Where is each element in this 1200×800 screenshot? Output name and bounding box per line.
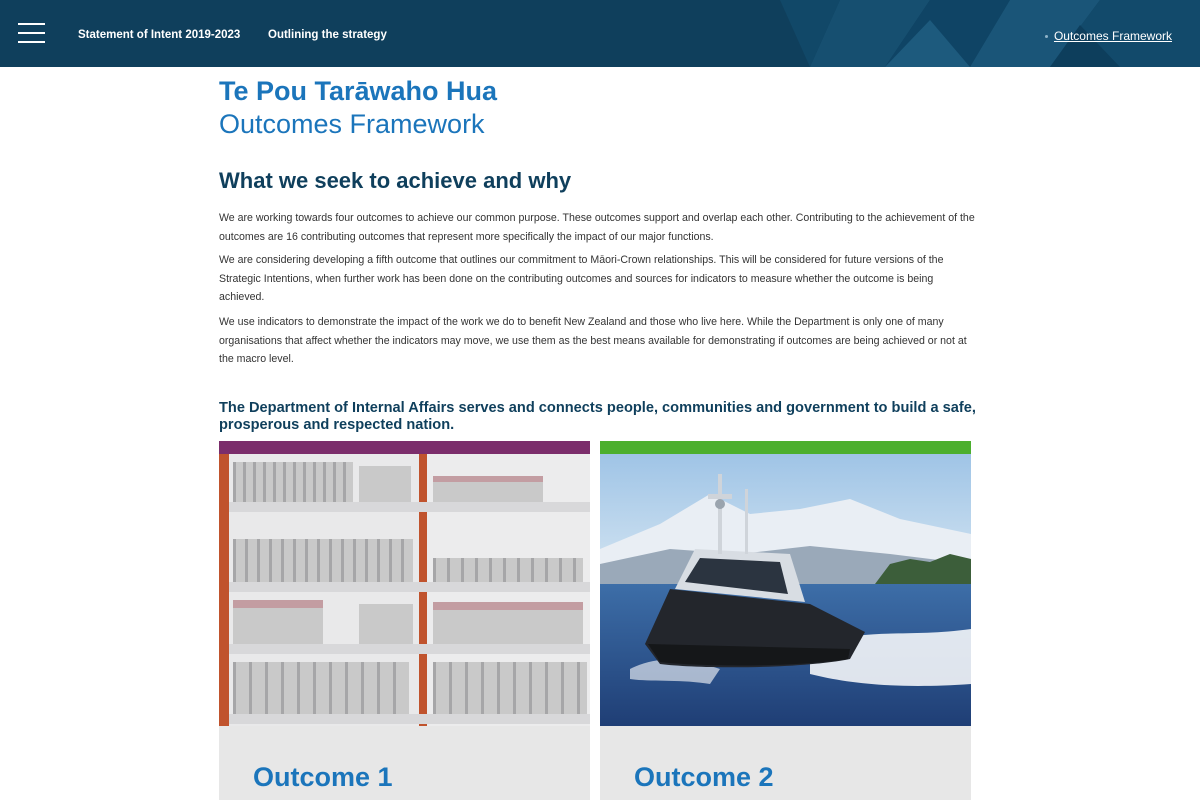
breadcrumb-outlining-strategy[interactable]: Outlining the strategy bbox=[268, 29, 387, 41]
breadcrumb-statement-of-intent[interactable]: Statement of Intent 2019-2023 bbox=[78, 29, 240, 41]
hamburger-menu-icon[interactable] bbox=[18, 23, 45, 44]
library-bookshelves-photo bbox=[219, 454, 590, 726]
page-title-maori: Te Pou Tarāwaho Hua bbox=[219, 76, 498, 106]
outcome-card-1[interactable]: Outcome 1 bbox=[219, 441, 590, 800]
outcome-1-title: Outcome 1 bbox=[253, 762, 393, 792]
nav-bullet-icon bbox=[1045, 35, 1048, 38]
outcome-card-2[interactable]: Outcome 2 bbox=[600, 441, 971, 800]
card-accent-stripe bbox=[219, 441, 590, 454]
section-heading: What we seek to achieve and why bbox=[219, 168, 572, 193]
top-header: Statement of Intent 2019-2023 Outlining … bbox=[0, 0, 1200, 67]
intro-paragraph-1: We are working towards four outcomes to … bbox=[219, 212, 975, 243]
intro-paragraph-3: We use indicators to demonstrate the imp… bbox=[219, 316, 967, 365]
intro-paragraph-2: We are considering developing a fifth ou… bbox=[219, 254, 944, 303]
outcome-2-title: Outcome 2 bbox=[634, 762, 774, 792]
card-accent-stripe bbox=[600, 441, 971, 454]
page-title-english: Outcomes Framework bbox=[219, 109, 485, 139]
outcomes-framework-link[interactable]: Outcomes Framework bbox=[1054, 29, 1172, 43]
lead-statement: The Department of Internal Affairs serve… bbox=[219, 400, 976, 433]
patrol-boat-photo bbox=[600, 454, 971, 726]
